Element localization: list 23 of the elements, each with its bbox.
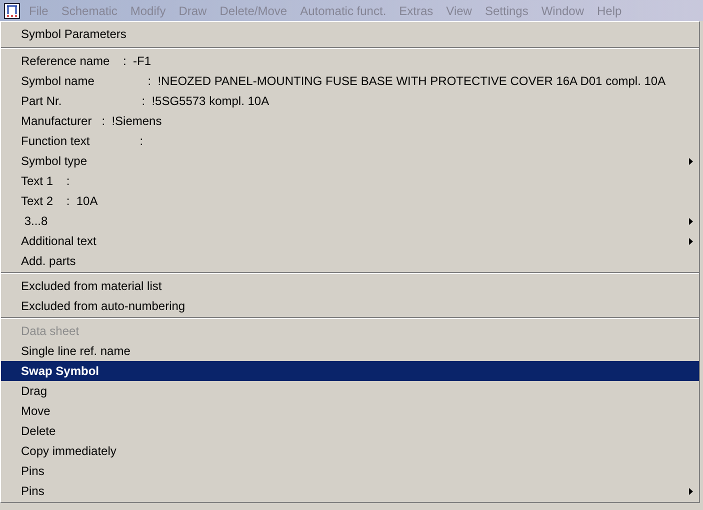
menu-item[interactable]: Copy immediately — [1, 441, 699, 461]
menu-item[interactable]: Text 2 : 10A — [1, 191, 699, 211]
menu-item[interactable]: Additional text — [1, 231, 699, 251]
menu-item[interactable]: Single line ref. name — [1, 341, 699, 361]
menu-item[interactable]: Function text : — [1, 131, 699, 151]
menu-item[interactable]: Part Nr. : !5SG5573 kompl. 10A — [1, 91, 699, 111]
app-icon[interactable] — [4, 2, 20, 18]
menu-item[interactable]: Delete — [1, 421, 699, 441]
menu-item[interactable]: Excluded from auto-numbering — [1, 296, 699, 316]
menu-item[interactable]: Symbol type — [1, 151, 699, 171]
menu-item[interactable]: Move — [1, 401, 699, 421]
menu-item[interactable]: Drag — [1, 381, 699, 401]
menu-item[interactable]: 3...8 — [1, 211, 699, 231]
menu-item[interactable]: Reference name : -F1 — [1, 51, 699, 71]
menu-item[interactable]: Add. parts — [1, 251, 699, 271]
menu-item[interactable]: Excluded from material list — [1, 276, 699, 296]
menu-item[interactable]: Pins — [1, 481, 699, 501]
menu-item[interactable]: Pins — [1, 461, 699, 481]
menu-item[interactable]: Symbol Parameters — [1, 24, 699, 44]
menu-item[interactable]: Manufacturer : !Siemens — [1, 111, 699, 131]
menu-item[interactable]: Symbol name : !NEOZED PANEL-MOUNTING FUSE BASE WITH PROTECTIVE COVER 16A D01 compl. 10A — [1, 71, 699, 91]
menu-item[interactable]: Swap Symbol — [1, 361, 699, 381]
menu-item[interactable]: Text 1 : — [1, 171, 699, 191]
